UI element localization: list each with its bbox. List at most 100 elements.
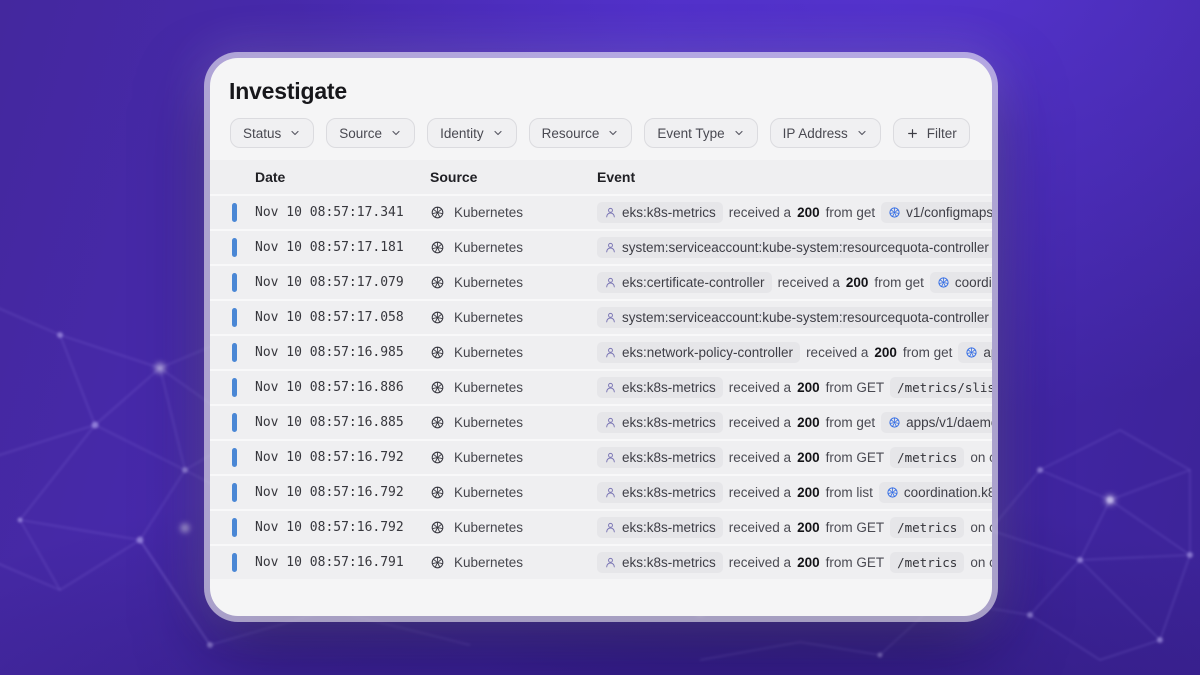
column-header-source: Source	[430, 169, 597, 185]
event-text: received a	[806, 345, 868, 360]
event-source: Kubernetes	[430, 205, 597, 220]
event-row[interactable]: Nov 10 08:57:17.058Kubernetessystem:serv…	[210, 299, 992, 334]
filter-dropdown-label: Status	[243, 126, 281, 141]
status-code: 200	[846, 275, 869, 290]
event-row[interactable]: Nov 10 08:57:16.885Kuberneteseks:k8s-met…	[210, 404, 992, 439]
event-source: Kubernetes	[430, 310, 597, 325]
event-text: on cluste	[970, 450, 992, 465]
resource-chip-label: v1/configmaps kub	[906, 205, 992, 220]
identity-chip[interactable]: eks:network-policy-controller	[597, 342, 800, 363]
resource-chip-label: apps/v1/daemonse	[906, 415, 992, 430]
event-text: from GET	[826, 555, 885, 570]
event-source: Kubernetes	[430, 555, 597, 570]
person-icon	[604, 346, 617, 359]
event-date: Nov 10 08:57:16.791	[255, 555, 430, 570]
filter-dropdown-source[interactable]: Source	[326, 118, 415, 148]
filter-dropdown-ip-address[interactable]: IP Address	[770, 118, 881, 148]
event-row[interactable]: Nov 10 08:57:17.341Kuberneteseks:k8s-met…	[210, 194, 992, 229]
identity-chip[interactable]: eks:k8s-metrics	[597, 552, 723, 573]
event-source: Kubernetes	[430, 450, 597, 465]
event-date: Nov 10 08:57:17.058	[255, 310, 430, 325]
severity-indicator	[232, 413, 237, 432]
event-row[interactable]: Nov 10 08:57:16.792Kuberneteseks:k8s-met…	[210, 439, 992, 474]
kubernetes-icon	[430, 485, 445, 500]
resource-chip[interactable]: apps/v1/daemonse	[881, 412, 992, 433]
event-description: eks:certificate-controllerreceived a200f…	[597, 272, 992, 293]
path-chip[interactable]: /metrics	[890, 552, 964, 573]
event-description: eks:k8s-metricsreceived a200from GET/met…	[597, 377, 992, 398]
page-title: Investigate	[229, 76, 992, 106]
event-description: eks:k8s-metricsreceived a200from getapps…	[597, 412, 992, 433]
chevron-down-icon	[289, 127, 301, 139]
event-text: received a	[729, 450, 791, 465]
filter-dropdown-resource[interactable]: Resource	[529, 118, 633, 148]
chevron-down-icon	[492, 127, 504, 139]
severity-indicator	[232, 553, 237, 572]
chevron-down-icon	[733, 127, 745, 139]
event-source-label: Kubernetes	[454, 555, 523, 570]
filter-dropdown-label: IP Address	[783, 126, 848, 141]
person-icon	[604, 311, 617, 324]
path-chip[interactable]: /metrics/slis	[890, 377, 992, 398]
identity-chip[interactable]: eks:k8s-metrics	[597, 447, 723, 468]
event-row[interactable]: Nov 10 08:57:16.792Kuberneteseks:k8s-met…	[210, 474, 992, 509]
event-date: Nov 10 08:57:17.181	[255, 240, 430, 255]
plus-icon	[906, 127, 919, 140]
event-description: eks:k8s-metricsreceived a200from listcoo…	[597, 482, 992, 503]
identity-chip-label: system:serviceaccount:kube-system:resour…	[622, 240, 989, 255]
person-icon	[604, 486, 617, 499]
filter-bar: Status Source Identity Resource Event Ty…	[230, 118, 992, 148]
kubernetes-icon	[886, 486, 899, 499]
event-row[interactable]: Nov 10 08:57:17.079Kuberneteseks:certifi…	[210, 264, 992, 299]
person-icon	[604, 206, 617, 219]
identity-chip[interactable]: eks:k8s-metrics	[597, 202, 723, 223]
event-source-label: Kubernetes	[454, 380, 523, 395]
identity-chip[interactable]: eks:k8s-metrics	[597, 482, 723, 503]
path-chip[interactable]: /metrics	[890, 517, 964, 538]
event-date: Nov 10 08:57:16.792	[255, 520, 430, 535]
resource-chip[interactable]: apiex	[958, 342, 992, 363]
path-chip[interactable]: /metrics	[890, 447, 964, 468]
identity-chip[interactable]: eks:k8s-metrics	[597, 517, 723, 538]
event-description: eks:network-policy-controller received a 2…	[597, 342, 992, 363]
event-row[interactable]: Nov 10 08:57:17.181Kubernetessystem:serv…	[210, 229, 992, 264]
resource-chip-label: coordination.k8s.io	[904, 485, 992, 500]
identity-chip[interactable]: eks:k8s-metrics	[597, 412, 723, 433]
identity-chip[interactable]: system:serviceaccount:kube-system:resour…	[597, 237, 992, 258]
event-text: from list	[826, 485, 873, 500]
identity-chip[interactable]: eks:k8s-metrics	[597, 377, 723, 398]
identity-chip[interactable]: system:serviceaccount:kube-system:resour…	[597, 307, 992, 328]
event-text: from get	[826, 415, 876, 430]
filter-dropdown-status[interactable]: Status	[230, 118, 314, 148]
status-code: 200	[797, 555, 820, 570]
event-row[interactable]: Nov 10 08:57:16.985Kuberneteseks:network…	[210, 334, 992, 369]
add-filter-button[interactable]: Filter	[893, 118, 970, 148]
person-icon	[604, 381, 617, 394]
event-row[interactable]: Nov 10 08:57:16.791 Kubernetes eks:k8s-met…	[210, 544, 992, 579]
event-text: from get	[903, 345, 953, 360]
person-icon	[604, 276, 617, 289]
status-code: 200	[874, 345, 897, 360]
event-source: Kubernetes	[430, 415, 597, 430]
resource-chip[interactable]: coordinat	[930, 272, 992, 293]
event-text: from GET	[826, 520, 885, 535]
filter-dropdown-event-type[interactable]: Event Type	[644, 118, 757, 148]
resource-chip-label: coordinat	[955, 275, 992, 290]
resource-chip[interactable]: v1/configmaps kub	[881, 202, 992, 223]
status-code: 200	[797, 415, 820, 430]
resource-chip[interactable]: coordination.k8s.io	[879, 482, 992, 503]
filter-dropdown-label: Resource	[542, 126, 600, 141]
event-text: received a	[729, 520, 791, 535]
event-date: Nov 10 08:57:16.792	[255, 485, 430, 500]
person-icon	[604, 521, 617, 534]
severity-indicator	[232, 203, 237, 222]
event-description: eks:k8s-metricsreceived a200from getv1/c…	[597, 202, 992, 223]
status-code: 200	[797, 380, 820, 395]
event-source: Kubernetes	[430, 345, 597, 360]
identity-chip-label: eks:k8s-metrics	[622, 520, 716, 535]
event-row[interactable]: Nov 10 08:57:16.792Kuberneteseks:k8s-met…	[210, 509, 992, 544]
filter-dropdown-identity[interactable]: Identity	[427, 118, 517, 148]
event-row[interactable]: Nov 10 08:57:16.886Kuberneteseks:k8s-met…	[210, 369, 992, 404]
identity-chip[interactable]: eks:certificate-controller	[597, 272, 772, 293]
event-date: Nov 10 08:57:16.792	[255, 450, 430, 465]
